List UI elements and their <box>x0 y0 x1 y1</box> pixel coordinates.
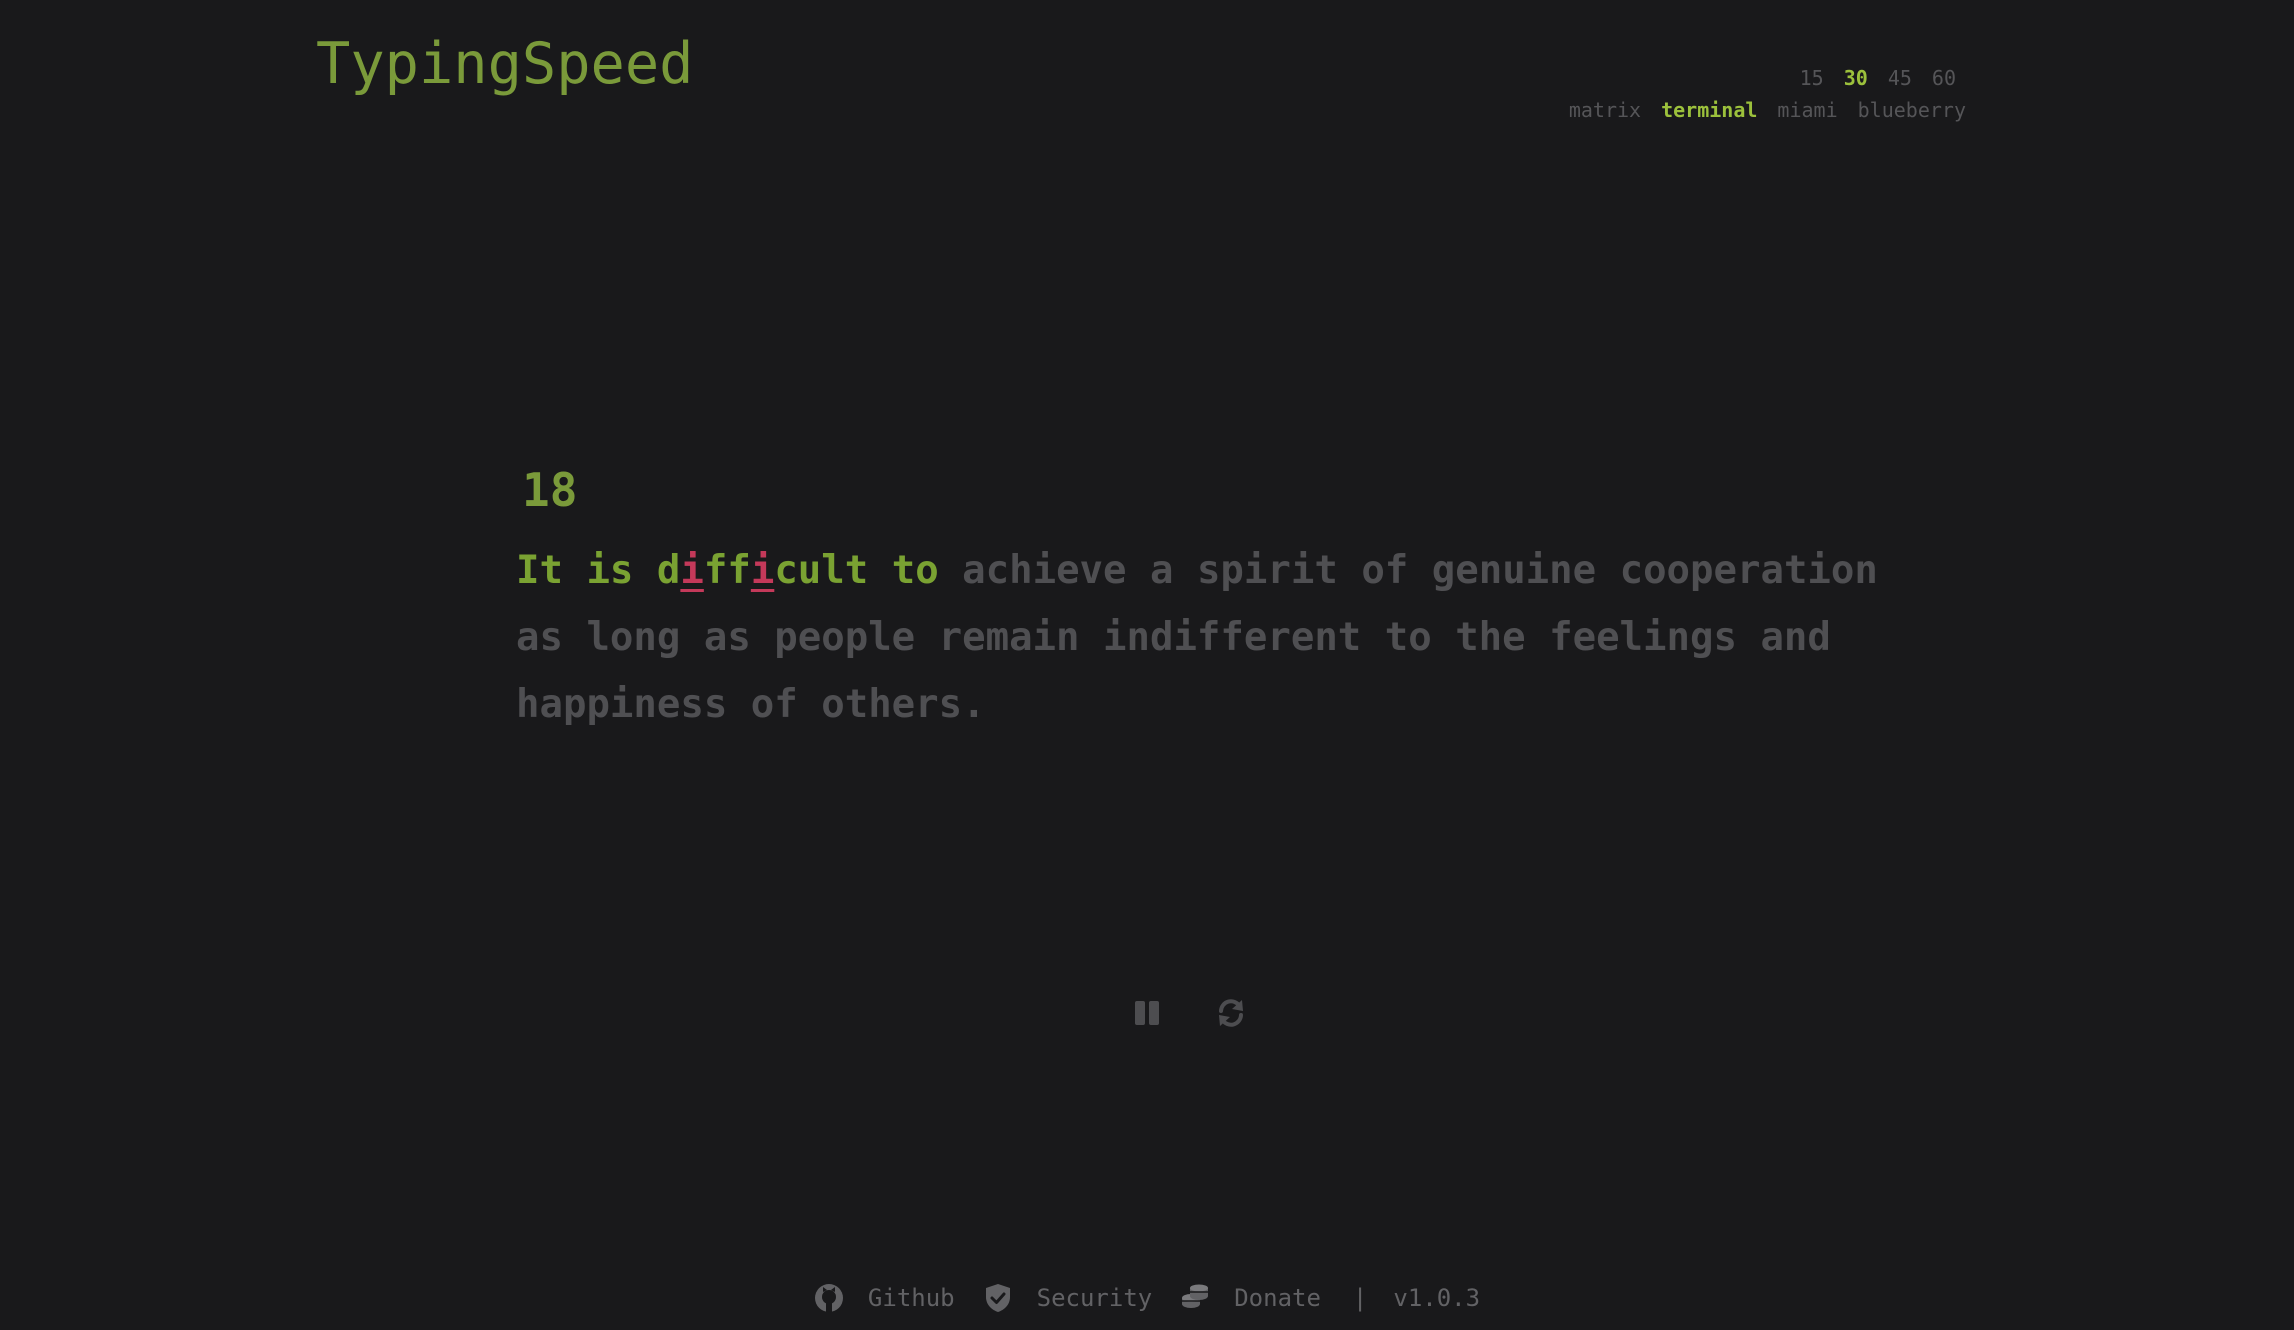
typed-text: cult to <box>774 548 963 593</box>
donate-label: Donate <box>1234 1284 1321 1312</box>
typed-text: It is d <box>516 548 681 593</box>
footer: Github Security Donate | v1.0.3 <box>0 1280 2294 1316</box>
pause-icon <box>1134 999 1160 1031</box>
error-char: i <box>750 548 775 593</box>
time-option-60[interactable]: 60 <box>1932 62 1956 94</box>
error-char: i <box>680 548 704 593</box>
theme-options: matrix terminal miami blueberry <box>1549 94 1966 126</box>
pause-button[interactable] <box>1130 994 1164 1036</box>
time-option-30[interactable]: 30 <box>1844 62 1868 94</box>
app-logo[interactable]: TypingSpeed <box>316 28 694 100</box>
theme-option-matrix[interactable]: matrix <box>1569 94 1641 126</box>
security-label: Security <box>1036 1284 1153 1312</box>
typing-text[interactable]: It is difficult to achieve a spirit of g… <box>516 537 1896 738</box>
version-label: v1.0.3 <box>1393 1284 1481 1312</box>
github-label: Github <box>867 1284 955 1312</box>
time-option-45[interactable]: 45 <box>1888 62 1912 94</box>
security-link[interactable]: Security <box>983 1280 1153 1316</box>
settings-panel: 15 30 45 60 matrix terminal miami bluebe… <box>1549 62 1966 126</box>
github-link[interactable]: Github <box>814 1280 955 1316</box>
time-option-15[interactable]: 15 <box>1800 62 1824 94</box>
donate-link[interactable]: Donate <box>1180 1280 1321 1316</box>
theme-option-terminal[interactable]: terminal <box>1661 94 1757 126</box>
shield-icon <box>983 1283 1013 1313</box>
footer-separator: | <box>1352 1284 1368 1312</box>
restart-button[interactable] <box>1214 994 1248 1036</box>
github-icon <box>814 1283 844 1313</box>
test-controls <box>1130 994 1248 1036</box>
time-options: 15 30 45 60 <box>1549 62 1966 94</box>
typing-app: TypingSpeed 15 30 45 60 matrix terminal … <box>0 0 2294 1330</box>
countdown-timer: 18 <box>522 463 578 517</box>
theme-option-blueberry[interactable]: blueberry <box>1858 94 1966 126</box>
refresh-icon <box>1215 997 1247 1033</box>
theme-option-miami[interactable]: miami <box>1777 94 1837 126</box>
coins-icon <box>1180 1283 1210 1313</box>
typed-text: ff <box>703 548 751 593</box>
